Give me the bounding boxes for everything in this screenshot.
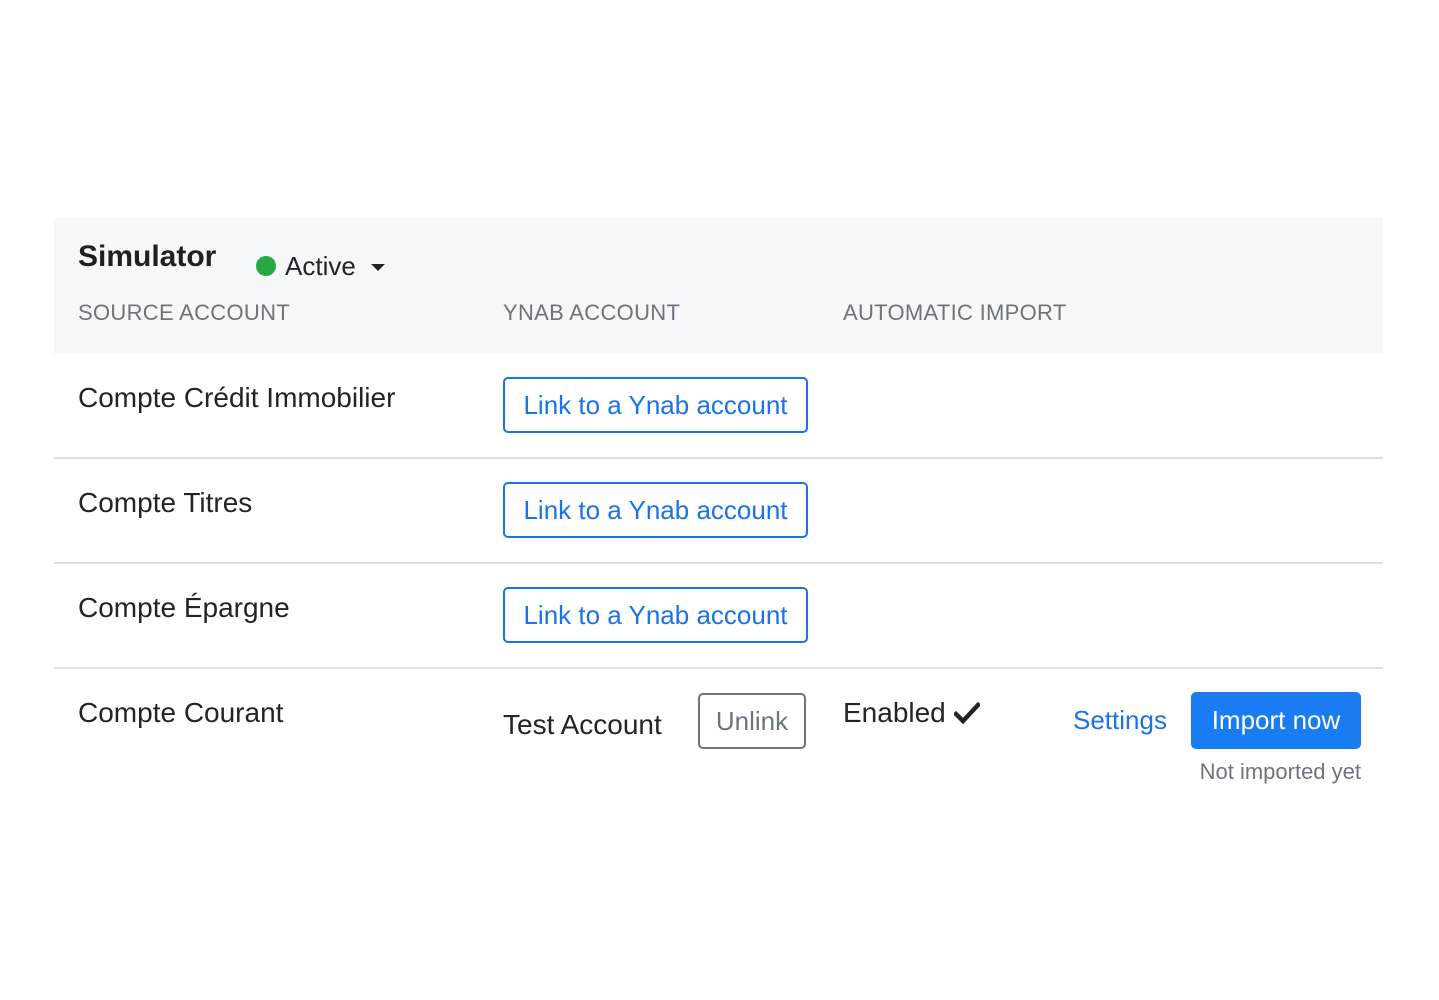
link-ynab-account-button[interactable]: Link to a Ynab account	[503, 377, 808, 433]
accounts-panel: Simulator Active SOURCE ACCOUNT YNAB ACC…	[54, 218, 1383, 809]
last-import-status: Not imported yet	[1199, 759, 1361, 784]
panel-header: Simulator Active SOURCE ACCOUNT YNAB ACC…	[54, 218, 1383, 354]
source-account-name: Compte Titres	[78, 487, 253, 518]
status-dropdown[interactable]: Active	[240, 244, 400, 288]
settings-link[interactable]: Settings	[1073, 705, 1167, 736]
link-ynab-account-button[interactable]: Link to a Ynab account	[503, 587, 808, 643]
green-dot-icon	[256, 256, 276, 276]
unlink-button[interactable]: Unlink	[698, 693, 806, 749]
provider-title: Simulator	[78, 240, 217, 273]
column-header-source: SOURCE ACCOUNT	[78, 300, 290, 325]
column-header-auto-import: AUTOMATIC IMPORT	[843, 300, 1067, 325]
status-label: Active	[285, 250, 356, 281]
table-row: Compte Titres Link to a Ynab account	[54, 459, 1383, 564]
source-account-name: Compte Crédit Immobilier	[78, 382, 396, 413]
link-ynab-account-button[interactable]: Link to a Ynab account	[503, 482, 808, 538]
caret-down-icon	[370, 263, 385, 271]
source-account-name: Compte Courant	[78, 697, 284, 728]
auto-import-status: Enabled	[843, 697, 980, 729]
table-row: Compte Épargne Link to a Ynab account	[54, 564, 1383, 669]
checkmark-icon	[953, 701, 980, 725]
table-row: Compte Crédit Immobilier Link to a Ynab …	[54, 354, 1383, 459]
import-now-button[interactable]: Import now	[1191, 692, 1361, 749]
table-row: Compte Courant Test Account Unlink Enabl…	[54, 669, 1383, 809]
column-header-ynab: YNAB ACCOUNT	[503, 300, 681, 325]
auto-import-label: Enabled	[843, 697, 946, 728]
source-account-name: Compte Épargne	[78, 592, 290, 623]
linked-ynab-account: Test Account	[503, 709, 662, 740]
